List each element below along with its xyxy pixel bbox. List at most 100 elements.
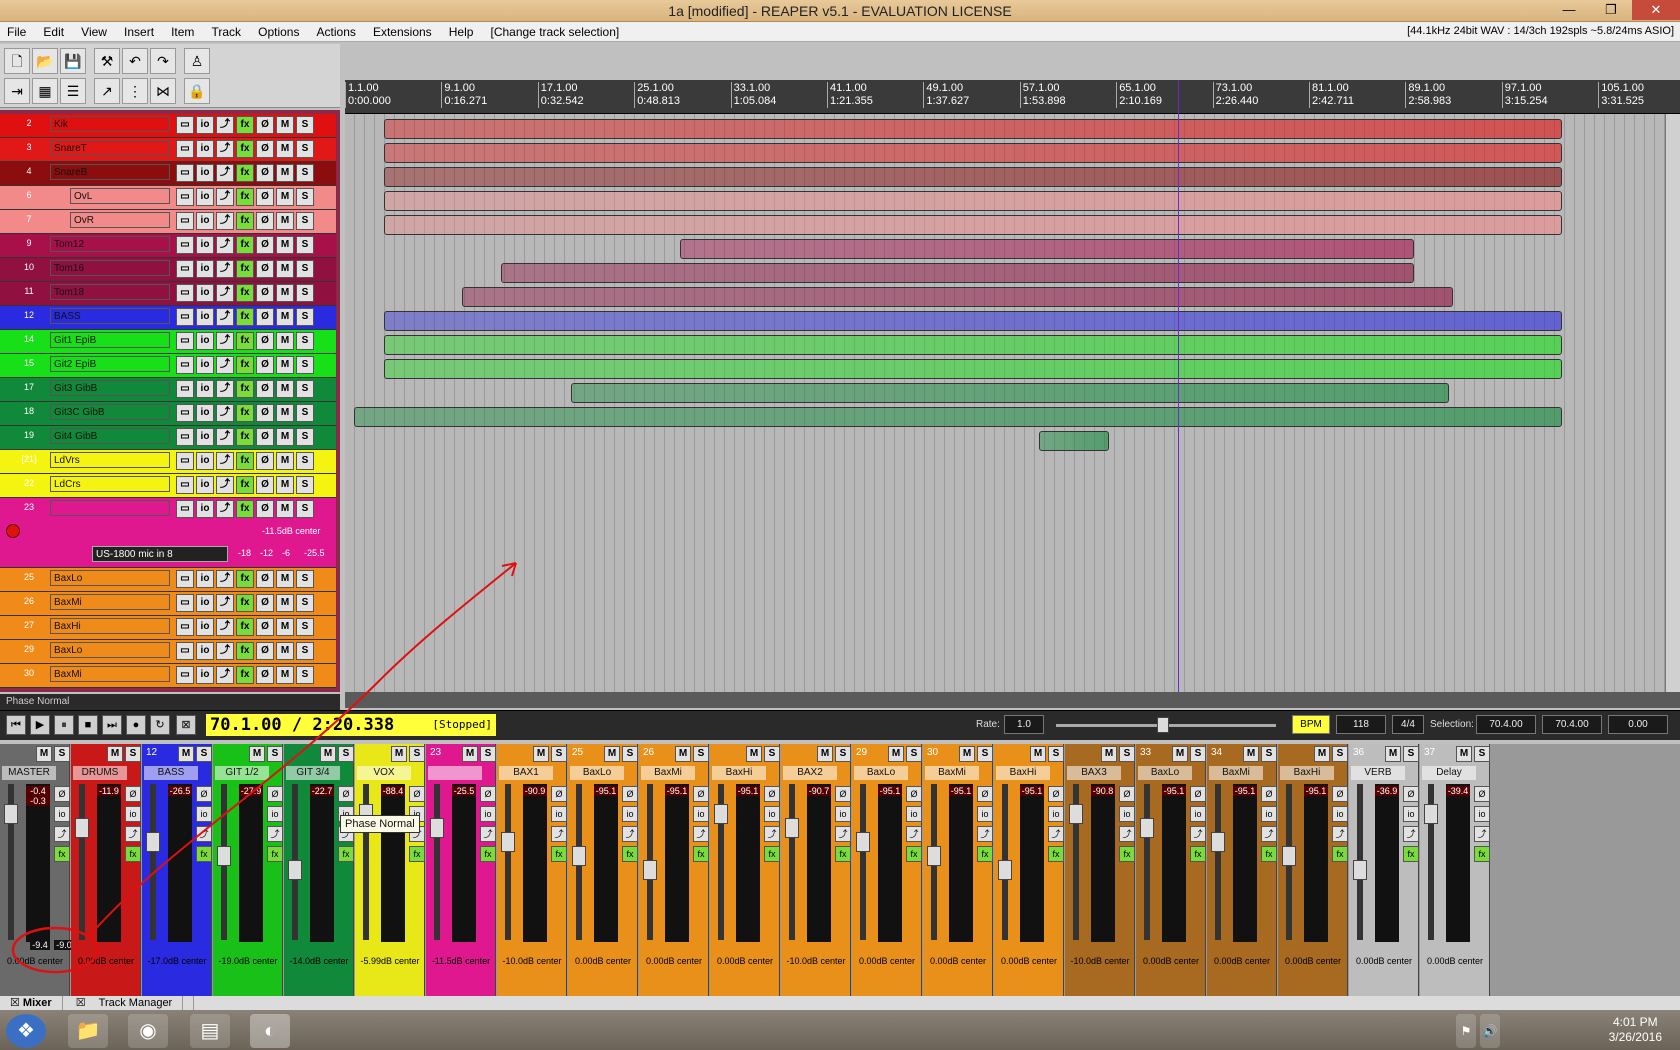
phase-button[interactable]: Ø bbox=[256, 452, 274, 470]
mute-button[interactable]: M bbox=[276, 642, 294, 660]
volume-fader-knob[interactable] bbox=[714, 804, 728, 824]
strip-solo-button[interactable]: S bbox=[1048, 746, 1064, 762]
menu-track[interactable]: Track bbox=[205, 22, 249, 42]
envelope-button[interactable]: ⤴ bbox=[216, 332, 234, 350]
solo-button[interactable]: S bbox=[296, 164, 314, 182]
solo-button[interactable]: S bbox=[296, 284, 314, 302]
solo-button[interactable]: S bbox=[296, 380, 314, 398]
phase-button[interactable]: Ø bbox=[256, 308, 274, 326]
strip-mute-button[interactable]: M bbox=[320, 746, 336, 762]
mute-button[interactable]: M bbox=[276, 452, 294, 470]
volume-fader-knob[interactable] bbox=[146, 832, 160, 852]
volume-fader-knob[interactable] bbox=[1140, 818, 1154, 838]
strip-fx-button[interactable]: fx bbox=[1474, 846, 1490, 862]
strip-phase-button[interactable]: Ø bbox=[1190, 786, 1206, 802]
strip-solo-button[interactable]: S bbox=[196, 746, 212, 762]
media-item[interactable] bbox=[384, 191, 1562, 211]
envelope-button[interactable]: ⤴ bbox=[216, 428, 234, 446]
selection-end-field[interactable]: 70.4.00 bbox=[1542, 715, 1602, 734]
fx-button[interactable]: fx bbox=[236, 618, 254, 636]
mute-button[interactable]: M bbox=[276, 594, 294, 612]
folder-icon[interactable]: ▭ bbox=[176, 188, 194, 206]
mute-button[interactable]: M bbox=[276, 428, 294, 446]
solo-button[interactable]: S bbox=[296, 452, 314, 470]
track-row[interactable]: [21] LdVrs ▭ io ⤴ fx Ø M S bbox=[0, 450, 336, 474]
fx-button[interactable]: fx bbox=[236, 428, 254, 446]
strip-solo-button[interactable]: S bbox=[125, 746, 141, 762]
solo-button[interactable]: S bbox=[296, 476, 314, 494]
strip-phase-button[interactable]: Ø bbox=[1403, 786, 1419, 802]
fx-button[interactable]: fx bbox=[236, 140, 254, 158]
solo-button[interactable]: S bbox=[296, 500, 314, 518]
strip-name[interactable]: BaxHi bbox=[1280, 766, 1334, 780]
envelope-button[interactable]: ⤴ bbox=[216, 188, 234, 206]
strip-solo-button[interactable]: S bbox=[54, 746, 70, 762]
track-row[interactable]: 23 ▭ io ⤴ fx Ø M S -11.5dB center US-1800 mic in … bbox=[0, 498, 336, 568]
fx-button[interactable]: fx bbox=[236, 380, 254, 398]
phase-button[interactable]: Ø bbox=[256, 260, 274, 278]
phase-button[interactable]: Ø bbox=[256, 356, 274, 374]
volume-fader-knob[interactable] bbox=[430, 818, 444, 838]
menu-actions[interactable]: Actions bbox=[310, 22, 363, 42]
menu-item[interactable]: Item bbox=[164, 22, 201, 42]
io-button[interactable]: io bbox=[196, 594, 214, 612]
strip-fx-button[interactable]: fx bbox=[1048, 846, 1064, 862]
envelope-button[interactable]: ⤴ bbox=[216, 356, 234, 374]
time-display[interactable]: 70.1.00 / 2:20.338 [Stopped] bbox=[206, 714, 496, 736]
media-item[interactable] bbox=[384, 359, 1562, 379]
phase-button[interactable]: Ø bbox=[256, 212, 274, 230]
track-name-field[interactable]: Tom12 bbox=[50, 236, 170, 252]
strip-env-button[interactable]: ⤴ bbox=[1048, 826, 1064, 842]
strip-phase-button[interactable]: Ø bbox=[906, 786, 922, 802]
phase-button[interactable]: Ø bbox=[256, 642, 274, 660]
strip-solo-button[interactable]: S bbox=[1261, 746, 1277, 762]
phase-button[interactable]: Ø bbox=[256, 404, 274, 422]
volume-fader-knob[interactable] bbox=[288, 860, 302, 880]
solo-button[interactable]: S bbox=[296, 116, 314, 134]
strip-fx-button[interactable]: fx bbox=[693, 846, 709, 862]
grid-icon[interactable]: ▦ bbox=[32, 78, 58, 104]
strip-mute-button[interactable]: M bbox=[1030, 746, 1046, 762]
strip-fx-button[interactable]: fx bbox=[1190, 846, 1206, 862]
track-row[interactable]: 9 Tom12 ▭ io ⤴ fx Ø M S bbox=[0, 234, 336, 258]
mute-button[interactable]: M bbox=[276, 260, 294, 278]
strip-fx-button[interactable]: fx bbox=[125, 846, 141, 862]
media-item[interactable] bbox=[384, 335, 1562, 355]
strip-env-button[interactable]: ⤴ bbox=[622, 826, 638, 842]
io-button[interactable]: io bbox=[196, 356, 214, 374]
track-row[interactable]: 7 OvR ▭ io ⤴ fx Ø M S bbox=[0, 210, 336, 234]
strip-mute-button[interactable]: M bbox=[817, 746, 833, 762]
mute-button[interactable]: M bbox=[276, 140, 294, 158]
menu-options[interactable]: Options bbox=[251, 22, 306, 42]
strip-phase-button[interactable]: Ø bbox=[125, 786, 141, 802]
strip-solo-button[interactable]: S bbox=[977, 746, 993, 762]
media-item[interactable] bbox=[1039, 431, 1110, 451]
track-name-field[interactable]: BaxMi bbox=[50, 666, 170, 682]
strip-io-button[interactable]: io bbox=[1403, 806, 1419, 822]
arrange-view[interactable] bbox=[345, 114, 1665, 692]
mute-button[interactable]: M bbox=[276, 188, 294, 206]
strip-phase-button[interactable]: Ø bbox=[1119, 786, 1135, 802]
strip-phase-button[interactable]: Ø bbox=[480, 786, 496, 802]
menu-edit[interactable]: Edit bbox=[36, 22, 71, 42]
envelope-button[interactable]: ⤴ bbox=[216, 404, 234, 422]
mute-button[interactable]: M bbox=[276, 116, 294, 134]
strip-env-button[interactable]: ⤴ bbox=[1474, 826, 1490, 842]
folder-icon[interactable]: ▭ bbox=[176, 428, 194, 446]
open-project-icon[interactable]: 📂 bbox=[32, 48, 58, 74]
phase-button[interactable]: Ø bbox=[256, 164, 274, 182]
io-button[interactable]: io bbox=[196, 164, 214, 182]
envelope-button[interactable]: ⤴ bbox=[216, 116, 234, 134]
volume-fader-knob[interactable] bbox=[998, 860, 1012, 880]
solo-button[interactable]: S bbox=[296, 570, 314, 588]
track-name-field[interactable]: Git1 EpiB bbox=[50, 332, 170, 348]
io-button[interactable]: io bbox=[196, 570, 214, 588]
folder-icon[interactable]: ▭ bbox=[176, 500, 194, 518]
strip-phase-button[interactable]: Ø bbox=[409, 786, 425, 802]
io-button[interactable]: io bbox=[196, 618, 214, 636]
strip-env-button[interactable]: ⤴ bbox=[1332, 826, 1348, 842]
solo-button[interactable]: S bbox=[296, 188, 314, 206]
repeat-icon[interactable]: ↻ bbox=[150, 715, 170, 735]
strip-mute-button[interactable]: M bbox=[462, 746, 478, 762]
strip-name[interactable]: BAX3 bbox=[1067, 766, 1121, 780]
